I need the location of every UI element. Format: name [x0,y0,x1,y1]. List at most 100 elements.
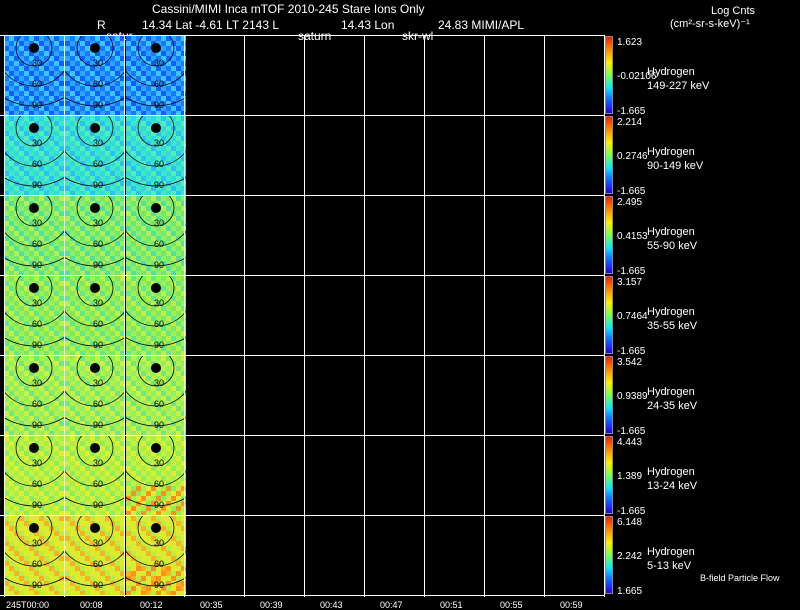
angle-label: 60 [93,319,104,329]
angle-label: 30 [93,458,104,468]
plot-title: Cassini/MIMI Inca mTOF 2010-245 Stare Io… [152,2,425,16]
angle-label: 30 [93,298,104,308]
radius-label: R [97,18,106,32]
angle-label: 60 [32,79,43,89]
energy-range-label: 149-227 keV [647,80,710,92]
sky-map-cell: 30 60 90 [126,356,186,435]
angle-label: 30 [32,378,43,388]
panel-row: 30 60 90 30 60 90 30 60 90 [0,515,605,595]
colorbar-mid-label: 0.7464 [617,311,648,322]
angle-label: 60 [154,239,165,249]
angle-label: 60 [32,319,43,329]
panel-row: 30 60 90 30 60 90 30 60 90 [0,435,605,515]
angle-label: 60 [32,559,43,569]
panel-row: 30 60 90 30 60 90 30 60 90 [0,115,605,195]
colorbar [605,356,613,434]
sky-map-cell: 30 60 90 [126,196,186,275]
sky-map-cell: 30 60 90 [4,116,64,195]
angle-label: 60 [154,479,165,489]
colorbar-max-label: 6.148 [617,517,643,528]
saturn-disk-icon [29,443,39,453]
colorbar-mid-label: 0.2746 [617,151,648,162]
angle-label: 90 [154,340,165,350]
species-label: Hydrogen [647,306,695,318]
angle-label: 30 [93,138,104,148]
sky-map-cell: 30 60 90 [4,516,64,595]
saturn-disk-icon [151,203,161,213]
colorbar-min-label: -1.665 [617,426,646,437]
angle-label: 60 [154,559,165,569]
colorbar-mid-label: 0.4153 [617,231,648,242]
angle-label: 30 [32,138,43,148]
colorbar-min-label: -1.665 [617,266,646,277]
angle-label: 60 [32,239,43,249]
saturn-disk-icon [29,43,39,53]
angle-label: 90 [93,580,104,590]
sky-map-cell: 30 60 90 [65,516,125,595]
sky-map-cell: 30 60 90 [4,436,64,515]
sky-map-cell: 30 60 90 [65,436,125,515]
saturn-disk-icon [29,283,39,293]
saturn-disk-icon [29,203,39,213]
angle-label: 30 [154,138,165,148]
units-line-2: (cm²-sr-s-keV)⁻¹ [670,18,750,30]
angle-label: 30 [32,218,43,228]
angle-label: 90 [93,500,104,510]
sky-map-cell: 30 60 90 [126,36,186,115]
energy-range-label: 55-90 keV [647,240,698,252]
sky-map-cell: 30 60 90 [65,116,125,195]
angle-label: 90 [154,260,165,270]
colorbar [605,116,613,194]
colorbar-max-label: 3.542 [617,357,643,368]
angle-label: 60 [154,399,165,409]
angle-label: 90 [93,180,104,190]
colorbar [605,276,613,354]
saturn-disk-icon [151,443,161,453]
energy-range-label: 5-13 keV [647,560,692,572]
species-label: Hydrogen [647,66,695,78]
species-label: Hydrogen [647,466,695,478]
colorbar-min-label: 1.665 [617,586,643,597]
angle-label: 90 [93,340,104,350]
species-label: Hydrogen [647,386,695,398]
saturn-disk-icon [90,123,100,133]
angle-label: 30 [154,458,165,468]
colorbar-min-label: -1.665 [617,346,646,357]
colorbar-max-label: 4.443 [617,437,643,448]
colorbar-mid-label: 1.389 [617,471,643,482]
angle-label: 90 [154,420,165,430]
angle-label: 90 [32,420,43,430]
saturn-disk-icon [29,363,39,373]
colorbar [605,436,613,514]
colorbar-max-label: 2.495 [617,197,643,208]
angle-label: 30 [93,378,104,388]
colorbar-max-label: 2.214 [617,117,643,128]
longitude-label: 14.43 Lon [341,18,395,32]
angle-label: 60 [93,479,104,489]
angle-label: 90 [32,580,43,590]
saturn-disk-icon [151,363,161,373]
angle-label: 90 [93,100,104,110]
colorbar-mid-label: 2.242 [617,551,643,562]
angle-label: 30 [32,58,43,68]
angle-label: 30 [32,458,43,468]
image-grid: 30 60 90 30 60 90 30 60 90 30 60 90 30 60 90 30 60 90 30 60… [0,35,605,596]
sky-map-cell: 30 60 90 [4,196,64,275]
sky-map-cell: 30 60 90 [126,116,186,195]
panel-row: 30 60 90 30 60 90 30 60 90 [0,355,605,435]
colorbar-max-label: 3.157 [617,277,643,288]
angle-label: 30 [154,538,165,548]
energy-range-label: 24-35 keV [647,400,698,412]
species-label: Hydrogen [647,226,695,238]
sky-map-cell: 30 60 90 [126,516,186,595]
saturn-disk-icon [29,123,39,133]
angle-label: 60 [93,559,104,569]
angle-label: 60 [154,159,165,169]
colorbar [605,196,613,274]
mimi-apl-label: 24.83 MIMI/APL [438,18,525,32]
saturn-disk-icon [90,523,100,533]
saturn-disk-icon [151,523,161,533]
angle-label: 90 [93,260,104,270]
angle-label: 60 [93,399,104,409]
angle-label: 30 [93,538,104,548]
